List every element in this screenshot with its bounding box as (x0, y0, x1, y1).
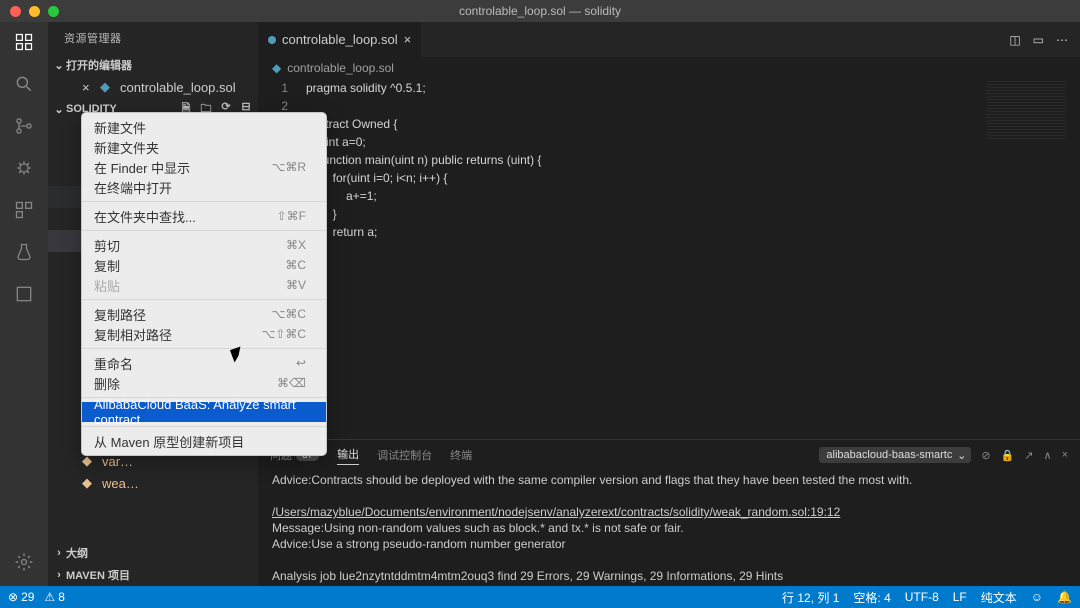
menu-reveal-finder[interactable]: 在 Finder 中显示⌥⌘R (82, 157, 326, 177)
menu-copy-relative-path[interactable]: 复制相对路径⌥⇧⌘C (82, 324, 326, 344)
maximize-panel-icon[interactable]: ∧ (1044, 449, 1052, 462)
extensions-icon[interactable] (12, 198, 36, 222)
more-icon[interactable]: ⋯ (1056, 33, 1068, 47)
menu-cut[interactable]: 剪切⌘X (82, 235, 326, 255)
window-title: controlable_loop.sol — solidity (459, 4, 621, 18)
context-menu: 新建文件 新建文件夹 在 Finder 中显示⌥⌘R 在终端中打开 在文件夹中查… (81, 112, 327, 456)
feedback-icon[interactable]: ☺ (1031, 590, 1043, 604)
menu-baas-analyze[interactable]: AlibabaCloud BaaS: Analyze smart contrac… (82, 402, 326, 422)
menu-separator (82, 230, 326, 231)
test-icon[interactable] (12, 240, 36, 264)
code-content[interactable]: pragma solidity ^0.5.1;contract Owned { … (306, 79, 1080, 439)
menu-new-folder[interactable]: 新建文件夹 (82, 137, 326, 157)
menu-copy[interactable]: 复制⌘C (82, 255, 326, 275)
chevron-down-icon: ⌄ (52, 59, 66, 72)
menu-maven-create[interactable]: 从 Maven 原型创建新项目 (82, 431, 326, 451)
minimap[interactable] (986, 81, 1066, 141)
close-tab-icon[interactable]: × (404, 32, 412, 47)
status-bar: ⊗ 29 ⚠ 8 行 12, 列 1 空格: 4 UTF-8 LF 纯文本 ☺ … (0, 586, 1080, 608)
eol[interactable]: LF (953, 590, 967, 604)
menu-new-file[interactable]: 新建文件 (82, 117, 326, 137)
maximize-window[interactable] (48, 6, 59, 17)
outline-icon[interactable] (12, 282, 36, 306)
output-channel-select[interactable]: alibabacloud-baas-smartc (819, 447, 971, 463)
open-external-icon[interactable]: ↗ (1024, 449, 1033, 462)
notifications-icon[interactable]: 🔔 (1057, 590, 1072, 604)
settings-gear-icon[interactable] (12, 550, 36, 574)
file-icon: ◆ (82, 475, 98, 491)
cursor-position[interactable]: 行 12, 列 1 (782, 589, 839, 606)
file-icon: ◆ (272, 61, 281, 75)
status-warnings[interactable]: ⚠ 8 (44, 590, 64, 604)
menu-separator (82, 348, 326, 349)
debug-console-tab[interactable]: 调试控制台 (377, 447, 432, 463)
code-editor[interactable]: 1234567891011 pragma solidity ^0.5.1;con… (258, 79, 1080, 439)
terminal-tab[interactable]: 终端 (450, 447, 472, 463)
close-panel-icon[interactable]: × (1062, 449, 1068, 461)
explorer-icon[interactable] (12, 30, 36, 54)
mouse-cursor (232, 348, 243, 363)
search-icon[interactable] (12, 72, 36, 96)
menu-separator (82, 299, 326, 300)
tab-bar: controlable_loop.sol × ◫ ▭ ⋯ (258, 22, 1080, 57)
chevron-right-icon: › (52, 547, 66, 559)
file-icon (268, 36, 276, 44)
layout-icon[interactable]: ▭ (1033, 33, 1044, 47)
minimize-window[interactable] (29, 6, 40, 17)
menu-separator (82, 201, 326, 202)
language-mode[interactable]: 纯文本 (981, 589, 1017, 606)
split-editor-icon[interactable]: ◫ (1009, 33, 1020, 47)
tab-active[interactable]: controlable_loop.sol × (258, 22, 422, 57)
maven-section[interactable]: ›MAVEN 项目 (48, 564, 258, 586)
clear-icon[interactable]: ⊘ (981, 449, 990, 462)
debug-icon[interactable] (12, 156, 36, 180)
indent-setting[interactable]: 空格: 4 (853, 589, 890, 606)
source-control-icon[interactable] (12, 114, 36, 138)
menu-copy-path[interactable]: 复制路径⌥⌘C (82, 304, 326, 324)
titlebar: controlable_loop.sol — solidity (0, 0, 1080, 22)
close-icon[interactable]: × (82, 80, 98, 95)
lock-icon[interactable]: 🔒 (1001, 449, 1015, 462)
output-tab[interactable]: 输出 (337, 446, 359, 465)
activity-bar (0, 22, 48, 586)
open-editors-section[interactable]: ⌄ 打开的编辑器 (48, 54, 258, 76)
bottom-panel: 问题37 输出 调试控制台 终端 alibabacloud-baas-smart… (258, 439, 1080, 586)
traffic-lights (0, 6, 59, 17)
chevron-down-icon: ⌄ (52, 103, 66, 116)
file-icon: ◆ (100, 79, 116, 95)
outline-section[interactable]: ›大纲 (48, 542, 258, 564)
sidebar-title: 资源管理器 (48, 22, 258, 54)
close-window[interactable] (10, 6, 21, 17)
status-errors[interactable]: ⊗ 29 (8, 590, 34, 604)
menu-open-terminal[interactable]: 在终端中打开 (82, 177, 326, 197)
panel-output[interactable]: Advice:Contracts should be deployed with… (258, 470, 1080, 586)
menu-delete[interactable]: 删除⌘⌫ (82, 373, 326, 393)
menu-rename[interactable]: 重命名↩ (82, 353, 326, 373)
encoding[interactable]: UTF-8 (905, 590, 939, 604)
editor-area: controlable_loop.sol × ◫ ▭ ⋯ ◆ controlab… (258, 22, 1080, 586)
panel-tabs: 问题37 输出 调试控制台 终端 alibabacloud-baas-smart… (258, 440, 1080, 470)
open-editor-item[interactable]: × ◆ controlable_loop.sol (48, 76, 258, 98)
chevron-right-icon: › (52, 569, 66, 581)
menu-find-in-folder[interactable]: 在文件夹中查找...⇧⌘F (82, 206, 326, 226)
menu-paste: 粘贴⌘V (82, 275, 326, 295)
file-item[interactable]: ◆wea… (48, 472, 258, 494)
breadcrumb[interactable]: ◆ controlable_loop.sol (258, 57, 1080, 79)
